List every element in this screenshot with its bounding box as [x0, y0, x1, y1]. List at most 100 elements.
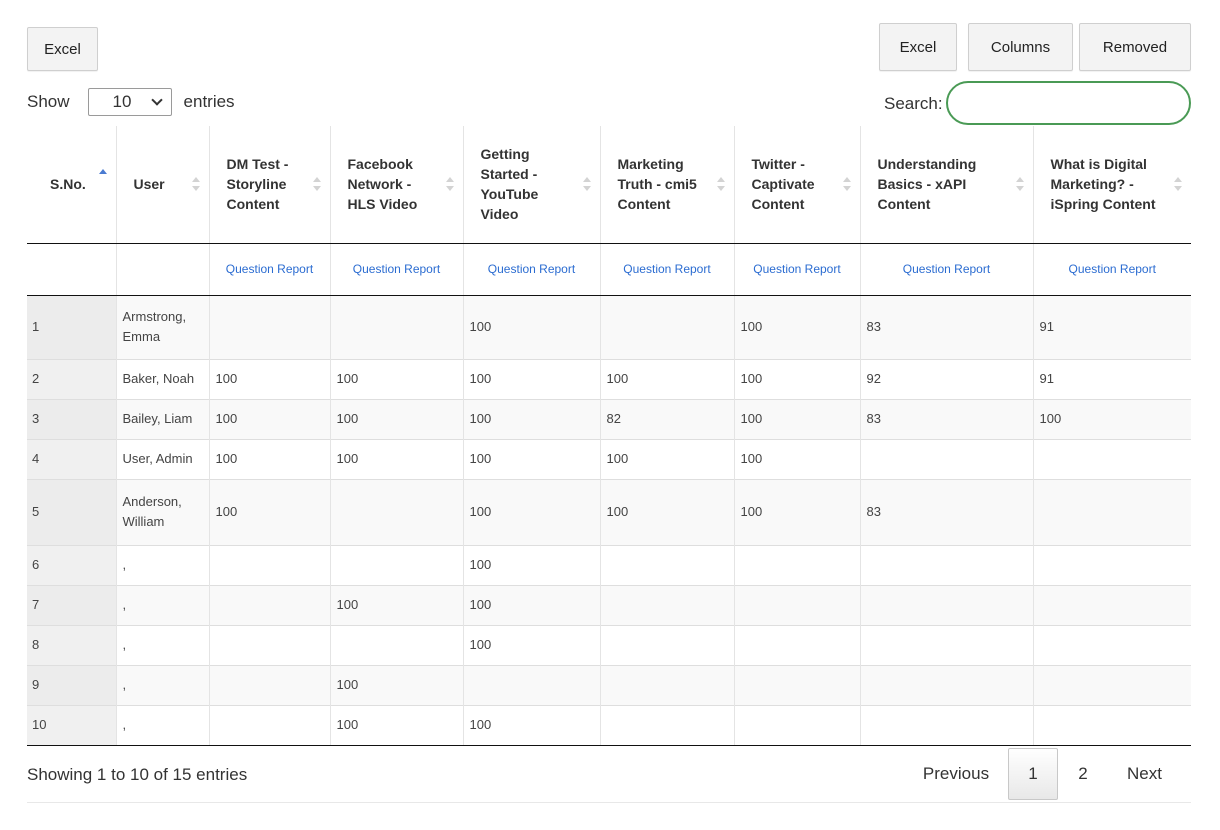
sort-both-icon — [1174, 177, 1182, 192]
table-row[interactable]: 1 Armstrong, Emma 100 100 83 91 — [27, 294, 1191, 359]
score-cell — [1032, 624, 1191, 665]
column-header-4[interactable]: Getting Started - YouTube Video — [462, 126, 600, 244]
question-report-row: Question Report Question Report Question R… — [27, 243, 1191, 296]
score-cell — [208, 294, 330, 359]
score-cell — [1032, 438, 1191, 479]
score-cell: 100 — [462, 358, 600, 399]
score-cell — [208, 584, 330, 625]
removed-button[interactable]: Removed — [1079, 23, 1191, 71]
user-cell: , — [115, 544, 209, 585]
table-header-row: S.No. User DM Test - Storyline Content Face… — [27, 126, 1191, 244]
user-cell: , — [115, 584, 209, 625]
column-header-7[interactable]: Understanding Basics - xAPI Content — [859, 126, 1033, 244]
score-cell — [599, 624, 734, 665]
report-table: S.No. User DM Test - Storyline Content Face… — [27, 126, 1191, 746]
score-cell — [859, 704, 1033, 746]
page-1-button[interactable]: 1 — [1008, 748, 1058, 800]
previous-page-button[interactable]: Previous — [904, 748, 1008, 800]
excel-export-button-left[interactable]: Excel — [27, 27, 98, 71]
serial-cell: 1 — [27, 294, 116, 359]
score-cell: 100 — [462, 624, 600, 665]
score-cell — [859, 624, 1033, 665]
score-cell — [1032, 584, 1191, 625]
serial-cell: 8 — [27, 624, 116, 665]
score-cell — [329, 544, 463, 585]
score-cell — [733, 624, 860, 665]
score-cell — [208, 624, 330, 665]
next-page-button[interactable]: Next — [1108, 748, 1181, 800]
question-report-link[interactable]: Question Report — [623, 262, 710, 276]
entries-per-page-select[interactable]: 10 — [87, 88, 172, 116]
column-header-label: Twitter - Captivate Content — [751, 156, 815, 213]
score-cell — [208, 704, 330, 746]
table-row[interactable]: 7, 100 100 — [27, 584, 1191, 625]
column-header-2[interactable]: DM Test - Storyline Content — [208, 126, 330, 244]
question-report-link[interactable]: Question Report — [488, 262, 575, 276]
sort-both-icon — [1015, 177, 1024, 192]
report-cell: Question Report — [1032, 243, 1191, 296]
column-header-label: User — [133, 176, 165, 193]
table-row[interactable]: 6, 100 — [27, 544, 1191, 585]
columns-button[interactable]: Columns — [968, 23, 1073, 71]
report-cell: Question Report — [733, 243, 860, 296]
score-cell: 83 — [859, 398, 1033, 439]
score-cell: 82 — [599, 398, 734, 439]
serial-cell: 10 — [27, 704, 116, 746]
score-cell — [1032, 664, 1191, 705]
column-header-6[interactable]: Twitter - Captivate Content — [733, 126, 860, 244]
score-cell: 100 — [462, 294, 600, 359]
score-cell — [733, 704, 860, 746]
column-header-5[interactable]: Marketing Truth - cmi5 Content — [599, 126, 734, 244]
report-cell: Question Report — [599, 243, 734, 296]
question-report-link[interactable]: Question Report — [903, 262, 990, 276]
score-cell: 100 — [208, 478, 330, 545]
serial-cell: 2 — [27, 358, 116, 399]
question-report-link[interactable]: Question Report — [1069, 262, 1156, 276]
table-row[interactable]: 2 Baker, Noah 100 100 100 100 100 92 91 — [27, 358, 1191, 399]
score-cell: 100 — [599, 438, 734, 479]
excel-export-button[interactable]: Excel — [879, 23, 957, 71]
report-cell: Question Report — [462, 243, 600, 296]
column-header-8[interactable]: What is Digital Marketing? - iSpring Con… — [1032, 126, 1191, 244]
column-header-1[interactable]: User — [115, 126, 209, 244]
question-report-link[interactable]: Question Report — [353, 262, 440, 276]
page-2-button[interactable]: 2 — [1058, 748, 1108, 800]
score-cell: 100 — [733, 478, 860, 545]
user-cell: , — [115, 624, 209, 665]
length-menu-suffix: entries — [183, 92, 235, 111]
column-header-label: What is Digital Marketing? - iSpring Con… — [1050, 156, 1156, 213]
sort-both-icon — [445, 177, 454, 192]
sort-both-icon — [842, 177, 851, 192]
score-cell — [329, 478, 463, 545]
question-report-link[interactable]: Question Report — [753, 262, 840, 276]
score-cell — [733, 664, 860, 705]
question-report-link[interactable]: Question Report — [226, 262, 313, 276]
entries-per-page-value: 10 — [112, 92, 132, 111]
table-row[interactable]: 5 Anderson, William 100 100 100 100 83 — [27, 478, 1191, 545]
score-cell — [329, 294, 463, 359]
length-menu: Show 10 entries — [27, 88, 235, 116]
score-cell: 100 — [462, 398, 600, 439]
search-input[interactable] — [946, 81, 1191, 125]
search-label: Search: — [884, 94, 943, 113]
column-header-label: S.No. — [50, 176, 86, 193]
score-cell: 100 — [462, 544, 600, 585]
table-row[interactable]: 8, 100 — [27, 624, 1191, 665]
sort-both-icon — [191, 177, 200, 192]
user-cell: User, Admin — [115, 438, 209, 479]
score-cell — [733, 544, 860, 585]
score-cell — [1032, 478, 1191, 545]
footer-divider — [27, 802, 1191, 803]
report-cell: Question Report — [208, 243, 330, 296]
user-cell: Baker, Noah — [115, 358, 209, 399]
column-header-3[interactable]: Facebook Network - HLS Video — [329, 126, 463, 244]
table-row[interactable]: 10, 100 100 — [27, 704, 1191, 746]
score-cell: 100 — [208, 358, 330, 399]
score-cell: 92 — [859, 358, 1033, 399]
table-row[interactable]: 3 Bailey, Liam 100 100 100 82 100 83 100 — [27, 398, 1191, 439]
score-cell: 100 — [462, 704, 600, 746]
table-row[interactable]: 4 User, Admin 100 100 100 100 100 — [27, 438, 1191, 479]
column-header-0[interactable]: S.No. — [27, 126, 116, 244]
score-cell: 100 — [599, 478, 734, 545]
table-row[interactable]: 9, 100 — [27, 664, 1191, 705]
